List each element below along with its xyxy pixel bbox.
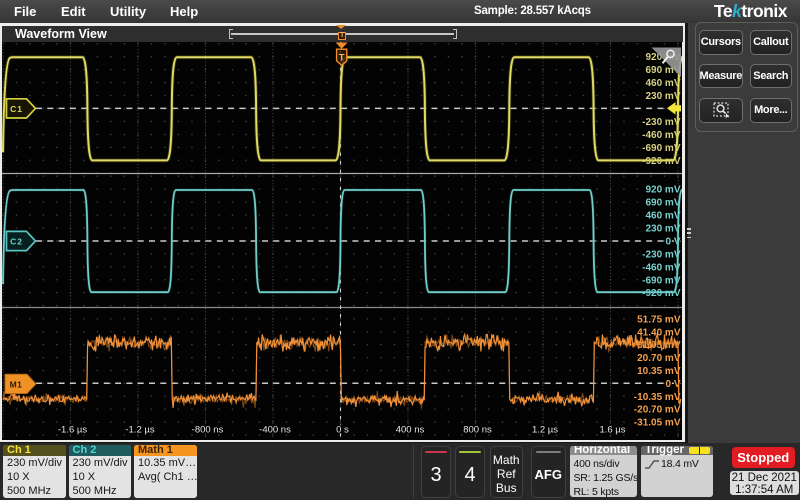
svg-text:400 ns: 400 ns	[396, 425, 425, 436]
svg-text:920 mV: 920 mV	[645, 185, 680, 196]
svg-text:800 ns: 800 ns	[463, 425, 492, 436]
svg-text:690 mV: 690 mV	[645, 198, 680, 209]
svg-text:C2: C2	[10, 237, 23, 247]
svg-text:460 mV: 460 mV	[645, 211, 680, 222]
svg-text:1.2 µs: 1.2 µs	[532, 425, 558, 436]
svg-text:-460 mV: -460 mV	[642, 130, 681, 141]
svg-text:-1.6 µs: -1.6 µs	[58, 425, 87, 436]
svg-text:0 s: 0 s	[336, 425, 349, 436]
svg-text:-460 mV: -460 mV	[642, 262, 681, 273]
svg-text:-1.2 µs: -1.2 µs	[125, 425, 154, 436]
svg-text:-31.05 mV: -31.05 mV	[634, 418, 681, 429]
svg-text:-20.70 mV: -20.70 mV	[634, 405, 681, 416]
svg-text:10.35 mV: 10.35 mV	[637, 366, 681, 377]
svg-text:-400 ns: -400 ns	[259, 425, 291, 436]
svg-text:-10.35 mV: -10.35 mV	[634, 392, 681, 403]
svg-text:-800 ns: -800 ns	[192, 425, 224, 436]
svg-text:1.6 µs: 1.6 µs	[599, 425, 625, 436]
svg-text:230 mV: 230 mV	[645, 224, 680, 235]
svg-text:-230 mV: -230 mV	[642, 249, 681, 260]
svg-text:M1: M1	[10, 379, 23, 389]
svg-text:230 mV: 230 mV	[645, 91, 680, 102]
svg-text:460 mV: 460 mV	[645, 78, 680, 89]
svg-text:51.75 mV: 51.75 mV	[637, 314, 681, 325]
svg-text:-230 mV: -230 mV	[642, 117, 681, 128]
svg-text:20.70 mV: 20.70 mV	[637, 353, 681, 364]
svg-text:41.40 mV: 41.40 mV	[637, 327, 681, 338]
svg-text:C1: C1	[10, 104, 23, 114]
svg-text:T: T	[339, 52, 345, 63]
